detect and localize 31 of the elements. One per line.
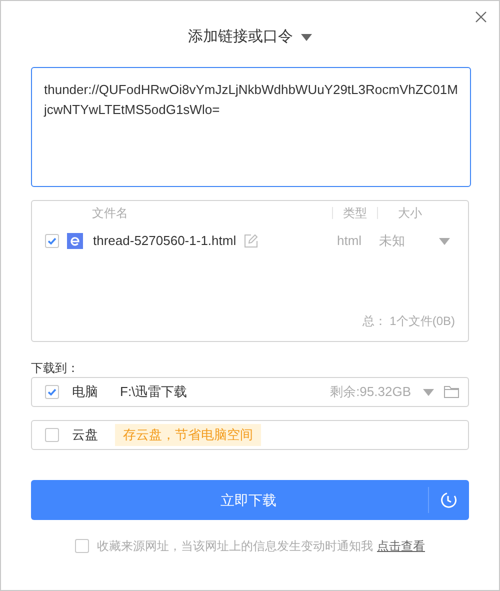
clock-icon [441,492,457,508]
caret-icon [301,34,312,41]
file-type: html [337,232,363,250]
notify-text: 收藏来源网址，当该网址上的信息发生变动时通知我 [97,538,373,555]
target-name: 云盘 [72,426,98,444]
title-dropdown[interactable]: 添加链接或口令 [188,26,312,49]
view-link[interactable]: 点击查看 [377,537,425,555]
checkbox[interactable] [45,385,59,399]
free-space: 剩余:95.32GB [330,383,411,402]
cloud-tip: 存云盘，节省电脑空间 [115,424,261,446]
folder-path: F:\迅雷下载 [120,383,188,402]
target-name: 电脑 [72,383,98,402]
column-header: 类型 [343,205,367,222]
file-size: 未知 [379,232,406,250]
dropdown-caret-icon[interactable] [439,238,450,244]
checkbox[interactable] [75,539,89,553]
section-label: 下载到： [31,360,80,377]
checkbox[interactable] [45,428,59,442]
file-summary: 总： 1个文件(0B) [362,313,455,330]
link-field[interactable]: thunder://QUFodHRwOi8vYmJzLjNkbWdhbWUuY29tL3RocmVhZC01MjcwNTYwLTEtMS5odG1sWlo= [31,67,471,187]
folder-icon[interactable] [444,386,459,398]
web-page-icon [67,233,83,249]
file-name: thread-5270560-1-1.html [93,232,236,250]
local-target-row[interactable]: 电脑 F:\迅雷下载 剩余:95.32GB [31,377,469,407]
edit-icon[interactable] [244,234,258,248]
column-header: 大小 [398,205,422,222]
close-icon[interactable] [475,11,487,23]
checkbox[interactable] [45,234,59,248]
dropdown-caret-icon[interactable] [423,388,434,396]
cloud-target-row[interactable]: 云盘 存云盘，节省电脑空间 [31,420,469,450]
column-header: 文件名 [92,205,129,222]
